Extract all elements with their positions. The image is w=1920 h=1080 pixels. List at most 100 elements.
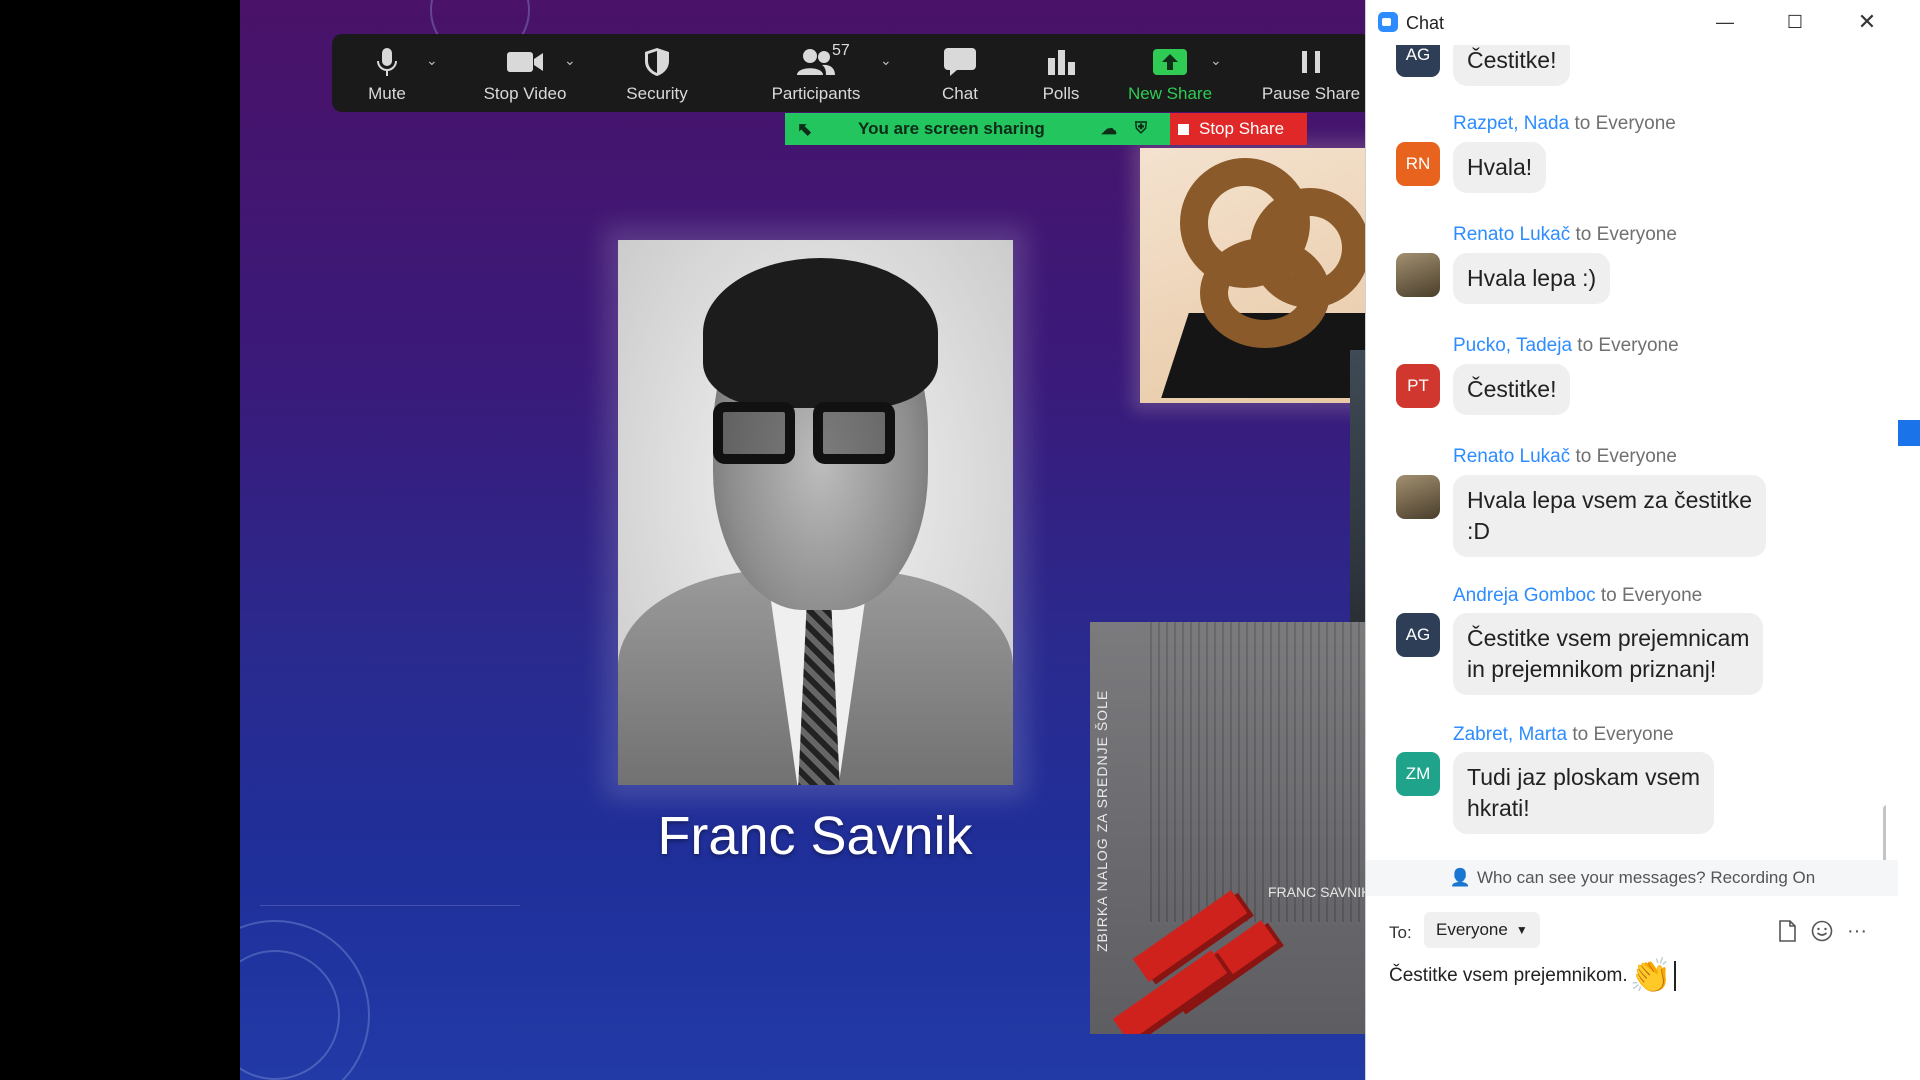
new-share-button[interactable]: New Share	[1122, 44, 1218, 108]
mute-label: Mute	[368, 84, 406, 103]
share-arrow-icon	[1152, 44, 1188, 80]
emoji-icon[interactable]	[1809, 918, 1835, 944]
recipient-label: to Everyone	[1572, 724, 1674, 745]
message-bubble: Hvala lepa vsem za čestitke :D	[1453, 475, 1767, 557]
book-vertical-title: ZBIRKA NALOG ZA SREDNJE ŠOLE	[1094, 689, 1110, 952]
stop-share-button[interactable]: Stop Share	[1170, 113, 1307, 145]
book-author: FRANC SAVNIK	[1268, 884, 1371, 900]
draft-text: Čestitke vsem prejemnikom.	[1389, 965, 1628, 986]
chat-button[interactable]: Chat	[912, 44, 1008, 108]
screen-sharing-banner[interactable]: ⬉ You are screen sharing ☁ ⛨	[785, 113, 1170, 145]
sender-name[interactable]: Renato Lukač	[1453, 446, 1570, 467]
pause-share-label: Pause Share	[1261, 84, 1361, 103]
participants-button[interactable]: Participants	[756, 44, 876, 108]
shared-slide: Franc Savnik ZBIRKA NALOG ZA SREDNJE ŠOL…	[240, 0, 1420, 1080]
stop-square-icon	[1178, 123, 1189, 135]
message-header: Renato Lukač to Everyone	[1453, 446, 1677, 468]
message-line: Čestitke vsem prejemnicam	[1467, 625, 1750, 651]
message-header: Razpet, Nada to Everyone	[1453, 113, 1676, 135]
avatar: ZM	[1396, 752, 1440, 796]
message-bubble: Čestitke vsem prejemnicam in prejemnikom…	[1453, 613, 1764, 695]
drag-handle-icon[interactable]: ⬉	[797, 119, 812, 140]
polls-button[interactable]: Polls	[1020, 44, 1102, 108]
sender-name[interactable]: Zabret, Marta	[1453, 724, 1567, 745]
message-bubble: Hvala!	[1453, 142, 1547, 193]
screen-sharing-text: You are screen sharing	[858, 119, 1045, 138]
avatar-photo	[1396, 475, 1440, 519]
background-window-edge	[1898, 0, 1920, 1080]
portrait-photo	[618, 240, 1013, 785]
message-line: Tudi jaz ploskam vsem	[1467, 764, 1701, 790]
sender-name[interactable]: Pucko, Tadeja	[1453, 335, 1572, 356]
mute-options-chevron-icon[interactable]: ⌄	[426, 52, 438, 69]
security-label: Security	[626, 84, 688, 103]
recipient-dropdown[interactable]: Everyone ▼	[1424, 912, 1540, 948]
stop-video-button[interactable]: Stop Video	[472, 44, 578, 108]
stop-video-label: Stop Video	[483, 84, 567, 103]
message-header: Renato Lukač to Everyone	[1453, 224, 1677, 246]
share-options-chevron-icon[interactable]: ⌄	[1210, 52, 1222, 69]
polls-icon	[1046, 44, 1076, 80]
screen: Franc Savnik ZBIRKA NALOG ZA SREDNJE ŠOL…	[0, 0, 1920, 1080]
background-button-fragment	[1898, 420, 1920, 446]
pause-share-button[interactable]: Pause Share	[1256, 44, 1366, 108]
avatar: RN	[1396, 142, 1440, 186]
zoom-logo-icon	[1378, 12, 1398, 32]
close-icon[interactable]: ✕	[1850, 8, 1884, 36]
mute-button[interactable]: Mute	[354, 44, 420, 108]
book-cover-photo: ZBIRKA NALOG ZA SREDNJE ŠOLE FRANC SAVNI…	[1090, 622, 1398, 1034]
slide-name-caption: Franc Savnik	[657, 806, 973, 866]
avatar: AG	[1396, 613, 1440, 657]
privacy-notice-text: Who can see your messages? Recording On	[1476, 868, 1816, 887]
message-list[interactable]: AG Čestitke! Razpet, Nada to Everyone RN…	[1366, 45, 1886, 860]
message-input[interactable]: Čestitke vsem prejemnikom. 👏	[1389, 956, 1676, 996]
minimize-icon[interactable]: —	[1708, 8, 1742, 36]
message-line: in prejemnikom priznanj!	[1467, 656, 1717, 682]
chevron-down-icon: ▼	[1515, 923, 1528, 937]
message-bubble: Tudi jaz ploskam vsem hkrati!	[1453, 752, 1715, 834]
recipient-label: to Everyone	[1600, 585, 1703, 606]
meeting-toolbar: Mute ⌄ Stop Video ⌄ Security Participant…	[332, 34, 1372, 112]
security-button[interactable]: Security	[602, 44, 712, 108]
chat-bubble-icon	[943, 44, 977, 80]
file-icon[interactable]	[1774, 918, 1800, 944]
to-label: To:	[1389, 923, 1412, 942]
polls-label: Polls	[1042, 84, 1080, 103]
participants-count: 57	[832, 42, 850, 59]
sender-name[interactable]: Renato Lukač	[1453, 224, 1570, 245]
message-line: :D	[1467, 518, 1490, 544]
participants-options-chevron-icon[interactable]: ⌄	[880, 52, 892, 69]
chat-window-title: Chat	[1406, 13, 1445, 33]
recipient-label: to Everyone	[1577, 335, 1679, 356]
recipient-value: Everyone	[1436, 920, 1508, 939]
decor-line	[260, 905, 520, 906]
chat-scrollbar[interactable]	[1883, 805, 1886, 860]
shield-icon	[644, 44, 670, 80]
microphone-icon	[376, 44, 398, 80]
chat-titlebar[interactable]: Chat — ☐ ✕	[1366, 0, 1899, 45]
maximize-icon[interactable]: ☐	[1778, 8, 1812, 36]
sender-name[interactable]: Razpet, Nada	[1453, 113, 1569, 134]
video-options-chevron-icon[interactable]: ⌄	[564, 52, 576, 69]
recipient-label: to Everyone	[1574, 113, 1676, 134]
more-icon[interactable]: ···	[1844, 918, 1870, 944]
participants-label: Participants	[771, 84, 861, 103]
message-bubble: Hvala lepa :)	[1453, 253, 1611, 304]
sender-name[interactable]: Andreja Gomboc	[1453, 585, 1596, 606]
chat-label: Chat	[942, 84, 978, 103]
clapping-hands-emoji-icon: 👏	[1629, 957, 1672, 995]
avatar: AG	[1396, 45, 1440, 77]
participants-icon	[796, 44, 836, 80]
pause-icon	[1299, 44, 1323, 80]
avatar: PT	[1396, 364, 1440, 408]
message-header: Pucko, Tadeja to Everyone	[1453, 335, 1679, 357]
new-share-label: New Share	[1127, 84, 1213, 103]
security-check-icon: ⛨	[1135, 120, 1148, 137]
message-line: hkrati!	[1467, 795, 1530, 821]
video-camera-icon	[506, 44, 544, 80]
privacy-notice[interactable]: 👤 Who can see your messages? Recording O…	[1366, 860, 1899, 896]
stop-share-label: Stop Share	[1199, 119, 1285, 138]
avatar-photo	[1396, 253, 1440, 297]
message-line: Hvala lepa vsem za čestitke	[1467, 487, 1753, 513]
chat-window: Chat — ☐ ✕ AG Čestitke! Razpet, Nada to …	[1365, 0, 1899, 1080]
